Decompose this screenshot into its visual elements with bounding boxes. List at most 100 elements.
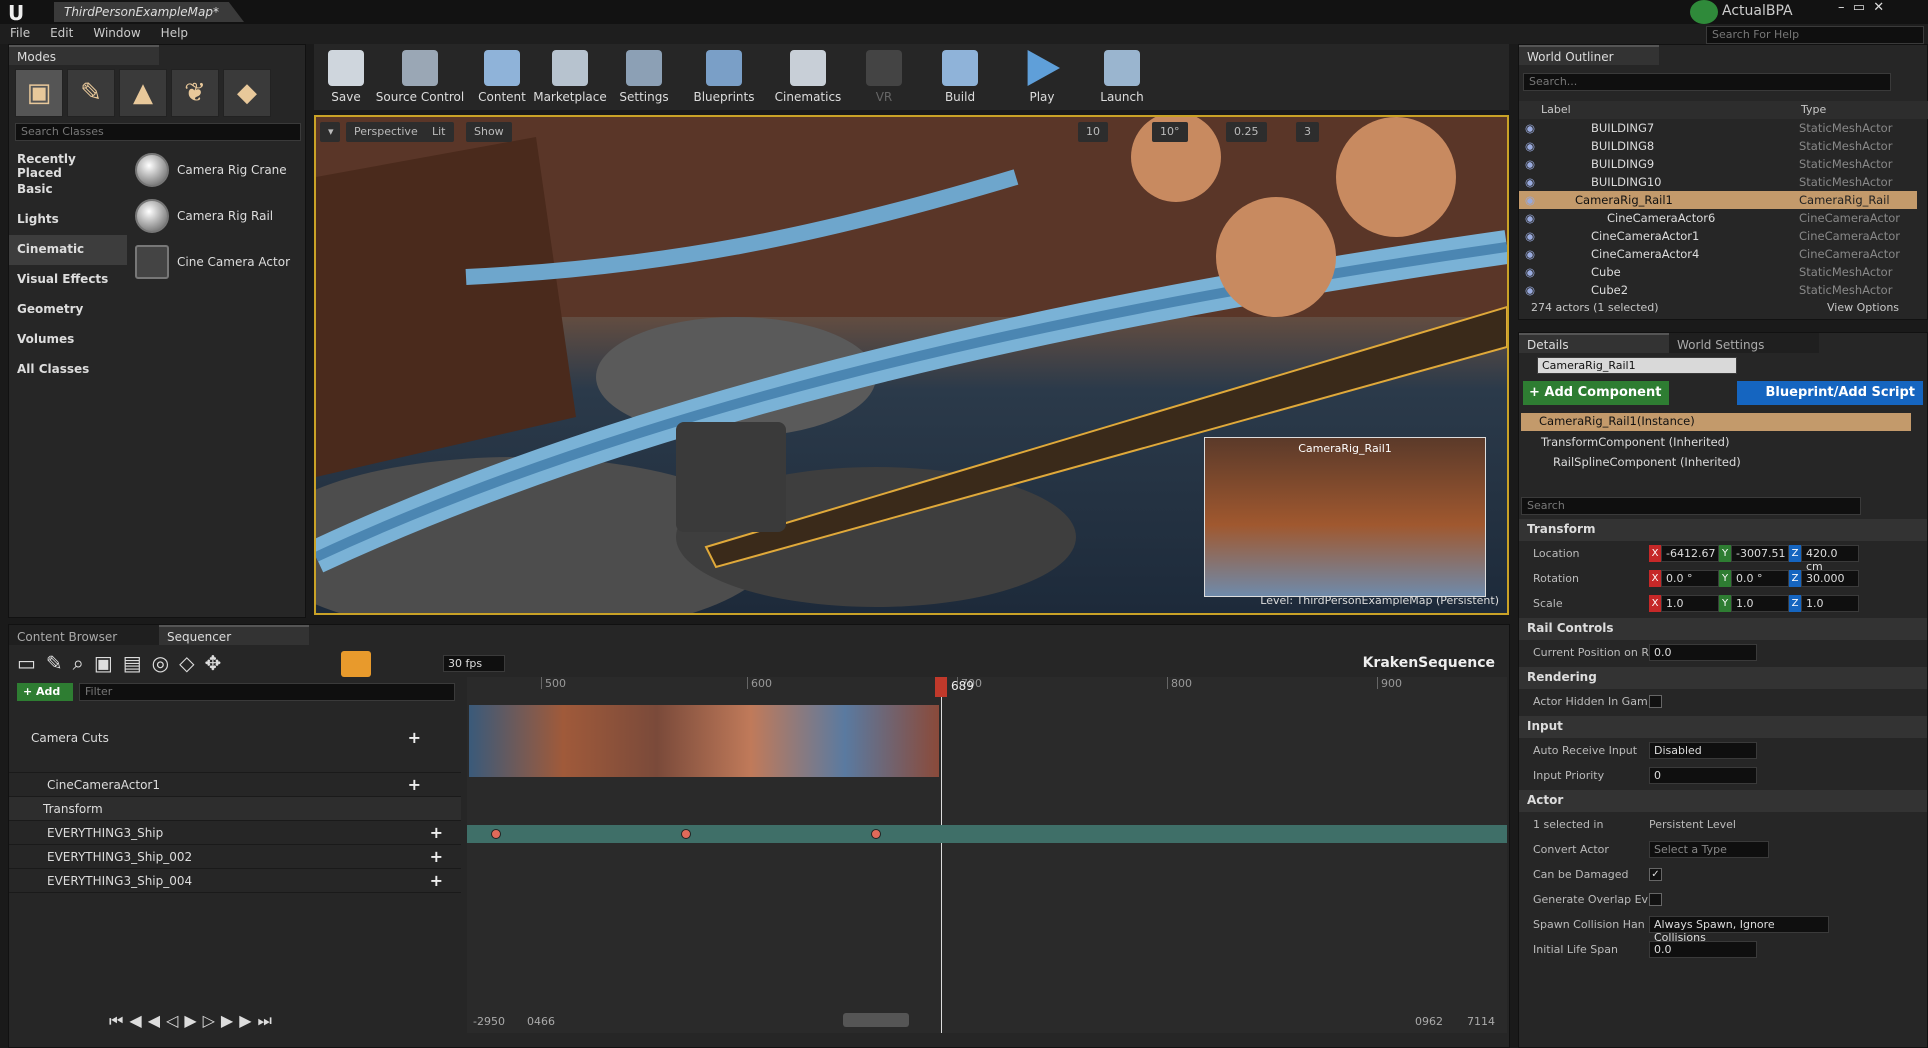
place-item-cine-camera-actor[interactable]: Cine Camera Actor (135, 239, 303, 285)
help-search-input[interactable]: Search For Help (1706, 26, 1924, 44)
world-outliner-tab[interactable]: World Outliner (1519, 45, 1659, 65)
eye-icon[interactable]: ◉ (1519, 139, 1541, 153)
eye-icon[interactable]: ◉ (1519, 247, 1541, 261)
blueprint-add-script-button[interactable]: Blueprint/Add Script (1737, 381, 1923, 405)
eye-icon[interactable]: ◉ (1519, 175, 1541, 189)
range-end[interactable]: 7114 (1467, 1015, 1495, 1028)
label-column-header[interactable]: Label (1541, 103, 1571, 116)
sequencer-toolbar-icons[interactable]: ▭✎⌕▣▤◎◇✥ (17, 651, 231, 675)
cinematics-button[interactable]: Cinematics (766, 48, 850, 108)
modes-tab[interactable]: Modes (9, 45, 159, 65)
source-control-button[interactable]: Source Control (370, 48, 470, 108)
category-all-classes[interactable]: All Classes (9, 355, 127, 385)
category-cinematic[interactable]: Cinematic (9, 235, 127, 265)
build-button[interactable]: Build (928, 48, 992, 108)
blueprints-button[interactable]: Blueprints (684, 48, 764, 108)
section-transform[interactable]: Transform (1519, 519, 1927, 541)
range-out[interactable]: 0962 (1415, 1015, 1443, 1028)
keyframe[interactable] (871, 829, 881, 839)
eye-icon[interactable]: ◉ (1519, 211, 1541, 225)
menu-edit[interactable]: Edit (40, 24, 83, 44)
outliner-row[interactable]: ◉ Cube2 StaticMeshActor (1519, 281, 1917, 299)
component-rail-spline[interactable]: RailSplineComponent (Inherited) (1553, 455, 1741, 469)
filter-input[interactable]: Filter (79, 683, 455, 701)
camera-speed-button[interactable]: 3 (1296, 122, 1319, 142)
perspective-button[interactable]: Perspective (346, 122, 426, 142)
eye-icon[interactable]: ◉ (1519, 157, 1541, 171)
outliner-row[interactable]: ◉ CineCameraActor4 CineCameraActor (1519, 245, 1917, 263)
track-ship-002[interactable]: EVERYTHING3_Ship_002 + (9, 845, 461, 869)
grid-snap-button[interactable]: 10 (1078, 122, 1108, 142)
instance-row[interactable]: CameraRig_Rail1(Instance) (1521, 413, 1911, 431)
outliner-row[interactable]: ◉ BUILDING10 StaticMeshActor (1519, 173, 1917, 191)
actor-name-field[interactable]: CameraRig_Rail1 (1537, 357, 1737, 374)
eye-icon[interactable]: ◉ (1519, 229, 1541, 243)
category-volumes[interactable]: Volumes (9, 325, 127, 355)
generate-overlap-checkbox[interactable] (1649, 893, 1662, 906)
details-tab[interactable]: Details (1519, 333, 1669, 353)
transform-track-bar[interactable] (467, 825, 1507, 843)
eye-icon[interactable]: ◉ (1519, 265, 1541, 279)
actor-hidden-checkbox[interactable] (1649, 695, 1662, 708)
category-visual-effects[interactable]: Visual Effects (9, 265, 127, 295)
snap-magnet-icon[interactable] (341, 651, 371, 677)
scale-snap-button[interactable]: 0.25 (1226, 122, 1267, 142)
search-classes-input[interactable]: Search Classes (15, 123, 301, 141)
track-ship-004[interactable]: EVERYTHING3_Ship_004 + (9, 869, 461, 893)
viewport-options-button[interactable]: ▾ (320, 122, 340, 142)
section-rail-controls[interactable]: Rail Controls (1519, 618, 1927, 640)
outliner-row[interactable]: ◉ BUILDING9 StaticMeshActor (1519, 155, 1917, 173)
outliner-search-input[interactable]: Search... (1523, 73, 1891, 91)
type-column-header[interactable]: Type (1801, 103, 1826, 116)
range-in[interactable]: 0466 (527, 1015, 555, 1028)
track-cine-camera-actor[interactable]: CineCameraActor1 + (9, 773, 461, 797)
launch-button[interactable]: Launch (1090, 48, 1154, 108)
add-icon[interactable]: + (430, 823, 443, 842)
add-track-button[interactable]: + Add (17, 683, 73, 701)
camera-cuts-thumbnails[interactable] (469, 705, 939, 777)
sequencer-tab[interactable]: Sequencer (159, 625, 309, 645)
section-rendering[interactable]: Rendering (1519, 667, 1927, 689)
paint-mode-icon[interactable]: ✎ (67, 69, 115, 117)
keyframe[interactable] (681, 829, 691, 839)
section-actor[interactable]: Actor (1519, 790, 1927, 812)
track-ship[interactable]: EVERYTHING3_Ship + (9, 821, 461, 845)
outliner-row[interactable]: ◉ Cube StaticMeshActor (1519, 263, 1917, 281)
add-icon[interactable]: + (408, 775, 421, 794)
play-button[interactable]: Play (1010, 48, 1074, 108)
menu-window[interactable]: Window (83, 24, 150, 44)
outliner-row-selected[interactable]: ◉ CameraRig_Rail1 CameraRig_Rail (1519, 191, 1917, 209)
rotation-snap-button[interactable]: 10° (1152, 122, 1188, 142)
level-tab[interactable]: ThirdPersonExampleMap* (54, 2, 244, 22)
category-geometry[interactable]: Geometry (9, 295, 127, 325)
outliner-row[interactable]: ◉ CineCameraActor1 CineCameraActor (1519, 227, 1917, 245)
show-button[interactable]: Show (466, 122, 512, 142)
timeline-scrollbar[interactable] (843, 1013, 909, 1027)
marketplace-button[interactable]: Marketplace (528, 48, 612, 108)
add-icon[interactable]: + (430, 847, 443, 866)
fps-select[interactable]: 30 fps (443, 655, 505, 672)
place-mode-icon[interactable]: ▣ (15, 69, 63, 117)
world-settings-tab[interactable]: World Settings (1669, 333, 1819, 353)
save-button[interactable]: Save (314, 48, 378, 108)
add-icon[interactable]: + (430, 871, 443, 890)
lit-button[interactable]: Lit (424, 122, 454, 142)
category-recently-placed[interactable]: Recently Placed (9, 145, 127, 180)
outliner-row[interactable]: ◉ CineCameraActor6 CineCameraActor (1519, 209, 1917, 227)
content-button[interactable]: Content (470, 48, 534, 108)
details-search-input[interactable]: Search (1521, 497, 1861, 515)
outliner-row[interactable]: ◉ BUILDING7 StaticMeshActor (1519, 119, 1917, 137)
content-browser-tab[interactable]: Content Browser (9, 625, 159, 645)
view-options-button[interactable]: View Options (1827, 301, 1899, 314)
eye-icon[interactable]: ◉ (1519, 193, 1541, 207)
transport-controls[interactable]: ⏮◀◀◁▶▷▶▶⏭ (109, 1011, 278, 1031)
settings-button[interactable]: Settings (612, 48, 676, 108)
add-icon[interactable]: + (408, 728, 421, 747)
eye-icon[interactable]: ◉ (1519, 283, 1541, 297)
outliner-row[interactable]: ◉ BUILDING8 StaticMeshActor (1519, 137, 1917, 155)
eye-icon[interactable]: ◉ (1519, 121, 1541, 135)
window-controls[interactable]: – ▭ ✕ (1838, 0, 1884, 15)
can-be-damaged-checkbox[interactable]: ✓ (1649, 868, 1662, 881)
keyframe[interactable] (491, 829, 501, 839)
track-transform[interactable]: Transform (9, 797, 461, 821)
